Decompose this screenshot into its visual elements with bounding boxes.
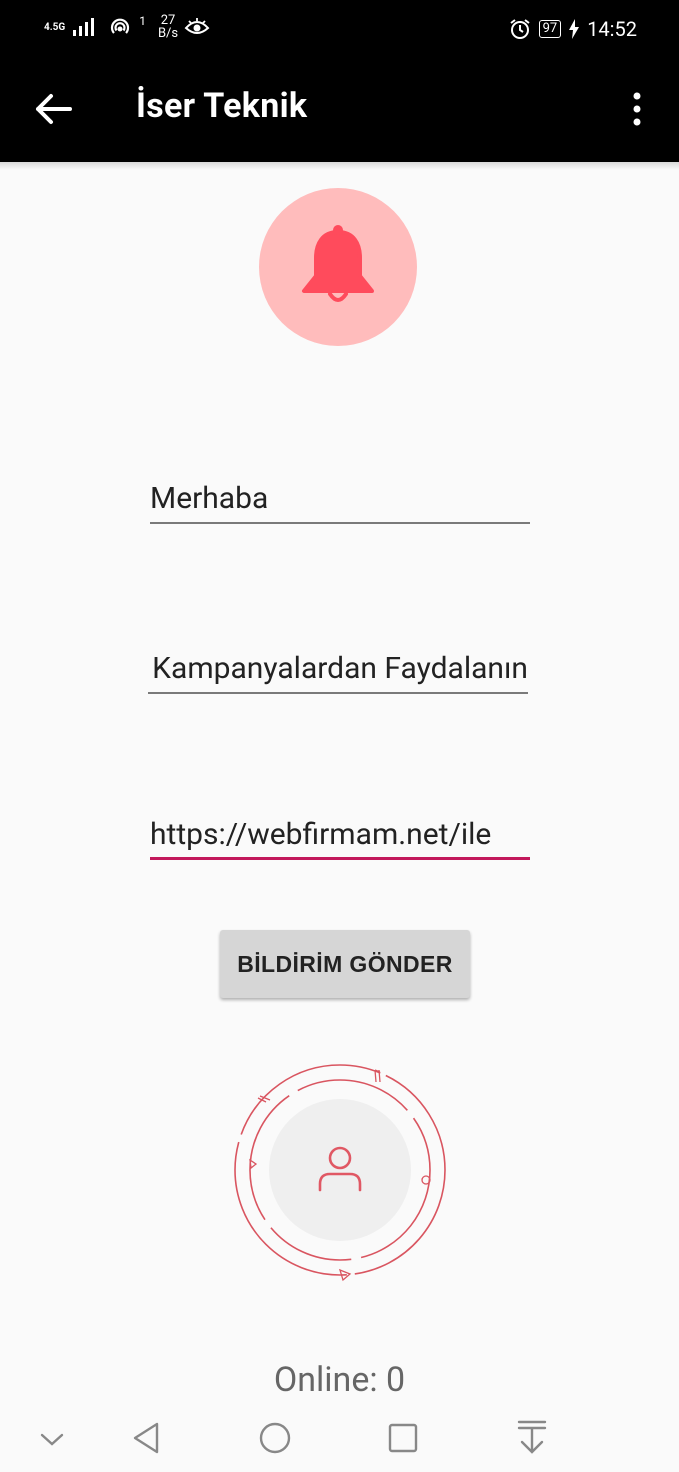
url-input-value: https://webfirmam.net/ile: [150, 817, 492, 852]
status-left: 4.5G 1 27 B/s: [44, 14, 210, 40]
home-circle-icon[interactable]: [253, 1416, 297, 1460]
battery-icon: 97: [538, 20, 562, 38]
eye-icon: [184, 18, 210, 34]
title-input-underline: [150, 522, 530, 524]
download-icon[interactable]: [510, 1416, 554, 1460]
url-input[interactable]: https://webfirmam.net/ile: [150, 804, 530, 860]
title-input[interactable]: Merhaba: [150, 468, 530, 524]
message-input-value: Kampanyalardan Faydalanın: [152, 651, 528, 686]
chevron-down-icon[interactable]: [30, 1416, 74, 1460]
status-bar: 4.5G 1 27 B/s 97 14:52: [0, 0, 679, 58]
network-speed: 27 B/s: [158, 14, 178, 40]
sim-index: 1: [139, 14, 146, 28]
arrow-left-icon[interactable]: [34, 91, 74, 127]
charging-icon: [569, 19, 580, 39]
back-triangle-icon[interactable]: [124, 1416, 168, 1460]
message-input[interactable]: Kampanyalardan Faydalanın: [148, 638, 528, 694]
app-title: İser Teknik: [136, 86, 308, 126]
bell-icon: [302, 225, 374, 302]
network-type: 4.5G: [44, 21, 66, 33]
online-count: Online: 0: [273, 1360, 406, 1400]
navigation-bar: [0, 1408, 679, 1472]
status-right: 97 14:52: [509, 17, 637, 41]
url-input-underline: [150, 857, 530, 860]
send-notification-button[interactable]: BİLDİRİM GÖNDER: [220, 930, 470, 998]
message-input-underline: [148, 692, 528, 694]
recents-square-icon[interactable]: [381, 1416, 425, 1460]
bell-badge: [259, 188, 417, 346]
title-input-value: Merhaba: [150, 481, 269, 516]
alarm-icon: [509, 19, 530, 39]
hotspot-icon: [111, 18, 130, 34]
app-bar: İser Teknik: [0, 58, 679, 162]
speed-unit: B/s: [157, 26, 179, 41]
app-bar-shadow: [0, 162, 679, 170]
online-users-ring: [234, 1064, 446, 1282]
more-vertical-icon[interactable]: [626, 90, 648, 130]
signal-icon: [73, 18, 95, 36]
clock: 14:52: [587, 17, 637, 41]
